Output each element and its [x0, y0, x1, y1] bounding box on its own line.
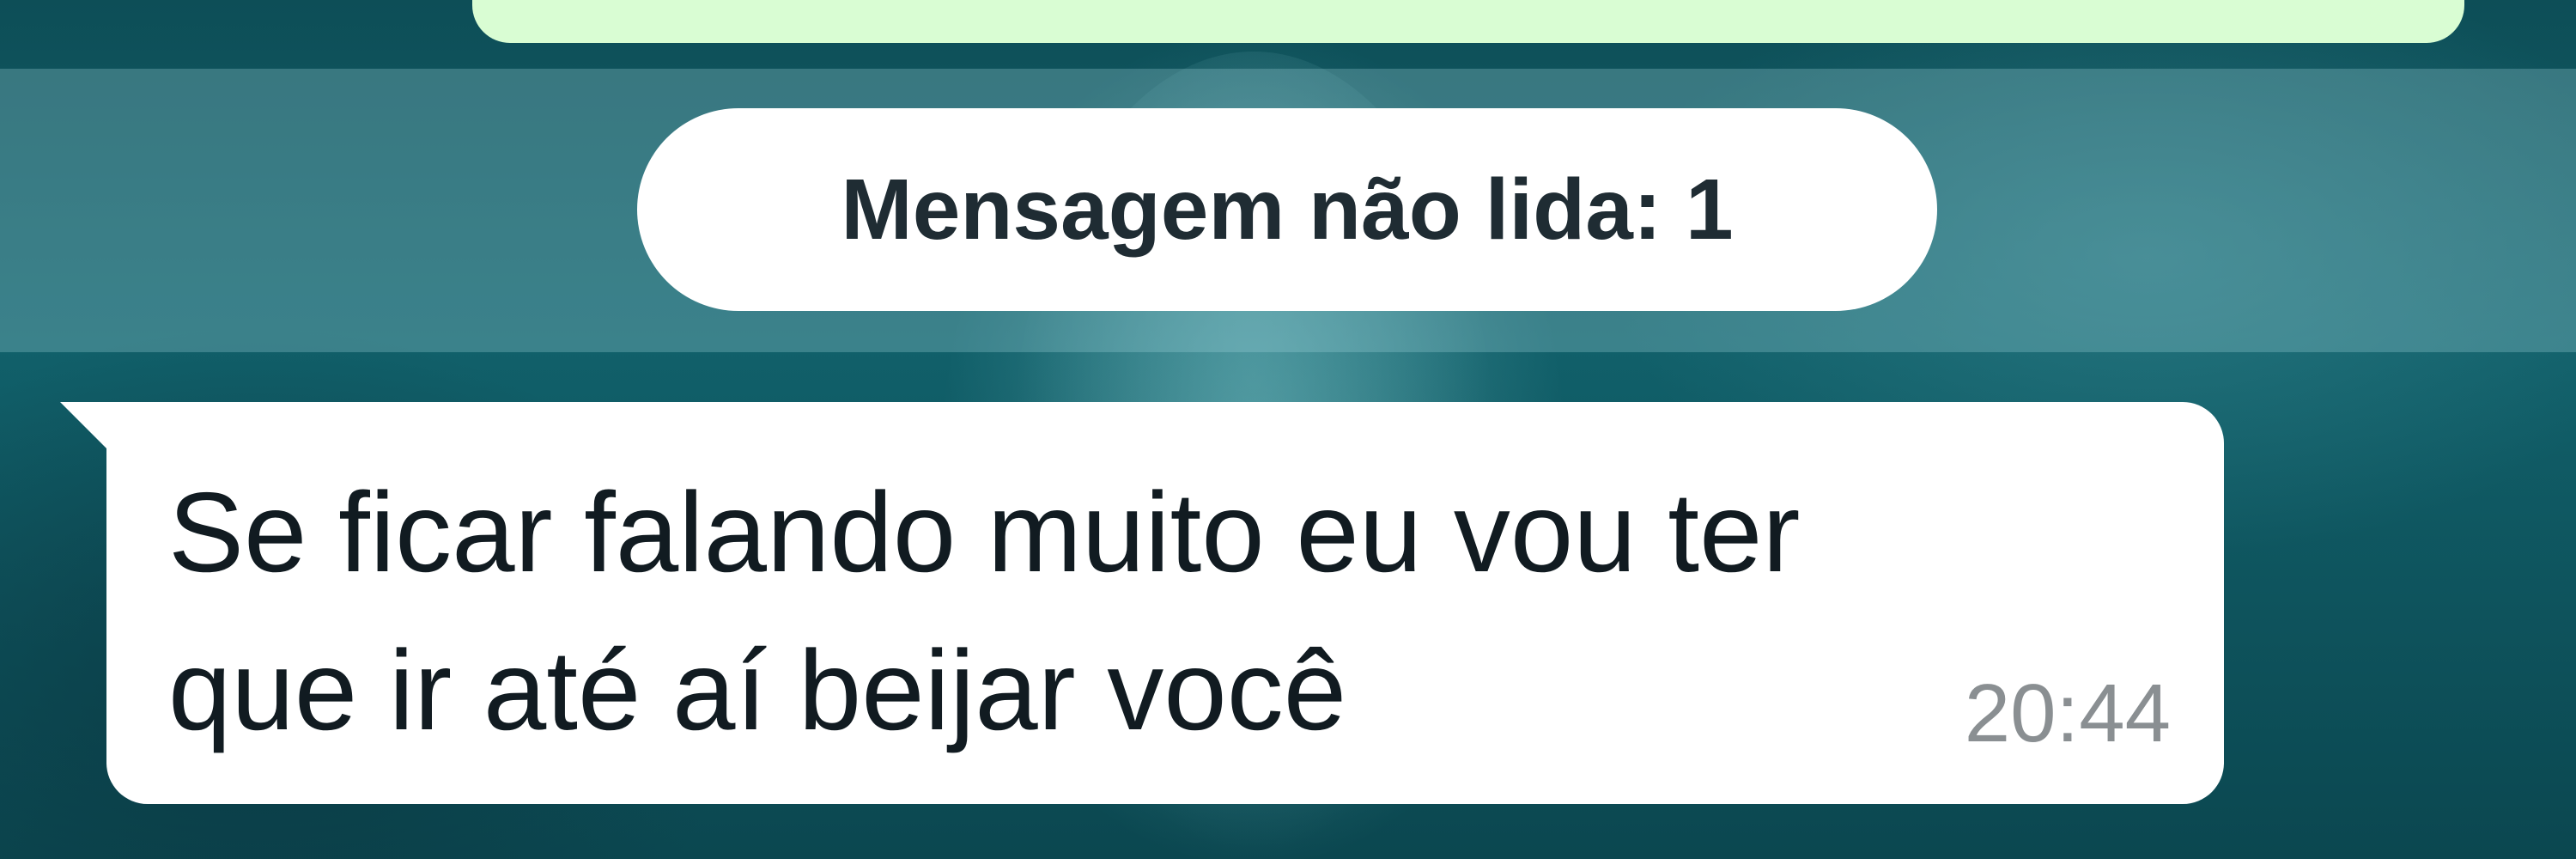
- message-timestamp: 20:44: [1964, 667, 2171, 759]
- incoming-message-bubble[interactable]: Se ficar falando muito eu vou ter que ir…: [106, 402, 2224, 804]
- unread-messages-label: Mensagem não lida: 1: [841, 161, 1734, 258]
- message-text: Se ficar falando muito eu vou ter que ir…: [168, 469, 1801, 753]
- unread-messages-banner: Mensagem não lida: 1: [637, 108, 1937, 311]
- previous-outgoing-message-bubble[interactable]: [472, 0, 2464, 43]
